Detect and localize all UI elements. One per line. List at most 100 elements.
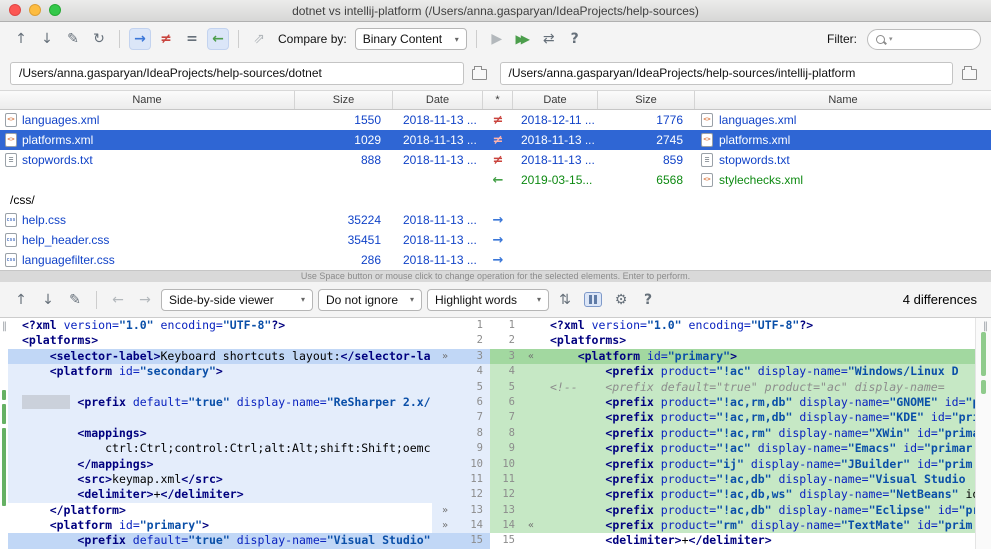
diff-line-left[interactable]: </platform>: [8, 503, 432, 518]
zoom-button[interactable]: [49, 4, 61, 16]
previous-difference-button[interactable]: ↑: [10, 28, 32, 50]
diff-line-right[interactable]: <prefix product="!ac,db" display-name="V…: [540, 472, 975, 487]
diff-line-left[interactable]: <platform id="primary">: [8, 518, 432, 533]
diff-line-left[interactable]: <platforms>: [8, 333, 432, 348]
diff-line-right[interactable]: <prefix product="rm" display-name="TextM…: [540, 518, 975, 533]
expand-chevron-icon[interactable]: «: [522, 518, 540, 533]
line-number: 2: [490, 333, 522, 348]
diff-line-right[interactable]: <prefix product="ij" display-name="JBuil…: [540, 457, 975, 472]
diff-line-right[interactable]: <prefix product="!ac" display-name="Emac…: [540, 441, 975, 456]
diff-line-left[interactable]: ctrl:Ctrl;control:Ctrl;alt:Alt;shift:Shi…: [8, 441, 432, 456]
jump-to-source-button[interactable]: ⇗: [248, 28, 270, 50]
diff-scrollbar[interactable]: [975, 318, 991, 549]
help-button[interactable]: ?: [564, 28, 586, 50]
viewer-select[interactable]: Side-by-side viewer ▾: [161, 289, 313, 311]
not-equal-icon[interactable]: ≠: [493, 133, 504, 148]
expand-chevron-icon[interactable]: »: [432, 518, 458, 533]
diff-line-right[interactable]: <prefix product="!ac,rm" display-name="X…: [540, 426, 975, 441]
edit-button[interactable]: ✎: [62, 28, 84, 50]
table-row[interactable]: ←2019-03-15...6568<>stylechecks.xml: [0, 170, 991, 190]
edit-source-button[interactable]: ✎: [64, 289, 86, 311]
previous-file-button[interactable]: ←: [107, 289, 129, 311]
column-header-size-right[interactable]: Size: [598, 91, 695, 109]
synchronize-button[interactable]: ⇄: [538, 28, 560, 50]
column-header-size-left[interactable]: Size: [295, 91, 393, 109]
not-equal-icon[interactable]: ≠: [493, 113, 504, 128]
arrow-left-icon: ←: [212, 32, 224, 46]
expand-chevron-icon[interactable]: »: [432, 349, 458, 364]
previous-change-button[interactable]: ↑: [10, 289, 32, 311]
apply-all-button[interactable]: ▶▶: [512, 28, 534, 50]
table-row[interactable]: csslanguagefilter.css2862018-11-13 ...→: [0, 250, 991, 270]
diff-line-right[interactable]: <prefix product="!ac,db" display-name="E…: [540, 503, 975, 518]
diff-line-right[interactable]: <?xml version="1.0" encoding="UTF-8"?>: [540, 318, 975, 333]
column-header-date-right[interactable]: Date: [513, 91, 598, 109]
diff-line-right[interactable]: <platform id="primary">: [540, 349, 975, 364]
settings-button[interactable]: ⚙: [610, 289, 632, 311]
left-browse-button[interactable]: [468, 62, 492, 84]
close-button[interactable]: [9, 4, 21, 16]
ignore-policy-select[interactable]: Do not ignore ▾: [318, 289, 422, 311]
arrow-right-icon[interactable]: →: [493, 253, 504, 268]
line-number: 14: [458, 518, 490, 533]
diff-line-right[interactable]: <prefix product="!ac,rm,db" display-name…: [540, 410, 975, 425]
next-difference-button[interactable]: ↓: [36, 28, 58, 50]
not-equal-icon[interactable]: ≠: [493, 153, 504, 168]
right-path-input[interactable]: /Users/anna.gasparyan/IdeaProjects/help-…: [500, 62, 954, 85]
left-path-input[interactable]: /Users/anna.gasparyan/IdeaProjects/help-…: [10, 62, 464, 85]
next-file-button[interactable]: →: [134, 289, 156, 311]
arrow-right-icon[interactable]: →: [493, 213, 504, 228]
column-header-operation[interactable]: *: [483, 91, 513, 109]
apply-selected-button[interactable]: ▶: [486, 28, 508, 50]
filter-input[interactable]: ▾: [867, 29, 981, 50]
diff-line-left[interactable]: <src>keymap.xml</src>: [8, 472, 432, 487]
next-change-button[interactable]: ↓: [37, 289, 59, 311]
column-header-date-left[interactable]: Date: [393, 91, 483, 109]
table-row[interactable]: csshelp.css352242018-11-13 ...→: [0, 210, 991, 230]
diff-line-right[interactable]: <delimiter>+</delimiter>: [540, 533, 975, 548]
diff-line-left[interactable]: </mappings>: [8, 457, 432, 472]
split-view-toggle[interactable]: [581, 289, 605, 311]
column-header-name-right[interactable]: Name: [695, 91, 991, 109]
diff-line-left[interactable]: <prefix default="true" display-name="ReS…: [8, 395, 432, 410]
table-row[interactable]: ≡stopwords.txt8882018-11-13 ...≠2018-11-…: [0, 150, 991, 170]
diff-line-right[interactable]: <prefix product="!ac,rm,db" display-name…: [540, 395, 975, 410]
line-number: 7: [458, 410, 490, 425]
titlebar: dotnet vs intellij-platform (/Users/anna…: [0, 0, 991, 22]
diff-line-left[interactable]: <?xml version="1.0" encoding="UTF-8"?>: [8, 318, 432, 333]
diff-line-left[interactable]: <selector-label>Keyboard shortcuts layou…: [8, 349, 432, 364]
highlight-policy-select[interactable]: Highlight words ▾: [427, 289, 549, 311]
diff-line-left[interactable]: [8, 410, 432, 425]
diff-line-right[interactable]: <prefix product="!ac" display-name="Wind…: [540, 364, 975, 379]
filter-different-button[interactable]: ≠: [155, 28, 177, 50]
filter-equal-button[interactable]: =: [181, 28, 203, 50]
right-browse-button[interactable]: [957, 62, 981, 84]
diff-line-right[interactable]: <prefix product="!ac,db,ws" display-name…: [540, 487, 975, 502]
compare-by-select[interactable]: Binary Content ▾: [355, 28, 467, 50]
diff-line-right[interactable]: <platforms>: [540, 333, 975, 348]
filter-left-only-button[interactable]: →: [129, 28, 151, 50]
minimize-button[interactable]: [29, 4, 41, 16]
table-row[interactable]: <>languages.xml15502018-11-13 ...≠2018-1…: [0, 110, 991, 130]
filter-right-only-button[interactable]: ←: [207, 28, 229, 50]
diff-help-button[interactable]: ?: [637, 289, 659, 311]
diff-line-left[interactable]: <prefix default="true" display-name="Vis…: [8, 533, 432, 548]
arrow-right-icon[interactable]: →: [493, 233, 504, 248]
table-row[interactable]: <>platforms.xml10292018-11-13 ...≠2018-1…: [0, 130, 991, 150]
column-header-name-left[interactable]: Name: [0, 91, 295, 109]
diff-line-left[interactable]: [8, 380, 432, 395]
diff-line-left[interactable]: <delimiter>+</delimiter>: [8, 487, 432, 502]
arrow-left-icon[interactable]: ←: [493, 173, 504, 188]
diff-line-right[interactable]: <!-- <prefix default="true" product="ac"…: [540, 380, 975, 395]
refresh-button[interactable]: ↻: [88, 28, 110, 50]
expand-chevron-icon[interactable]: «: [522, 349, 540, 364]
line-number: 3: [490, 349, 522, 364]
file-icon-cell: css: [0, 233, 22, 247]
diff-line-left[interactable]: <platform id="secondary">: [8, 364, 432, 379]
table-section-row[interactable]: /css/: [0, 190, 991, 210]
collapse-unchanged-button[interactable]: ⇅: [554, 289, 576, 311]
table-row[interactable]: csshelp_header.css354512018-11-13 ...→: [0, 230, 991, 250]
expand-chevron-icon[interactable]: »: [432, 503, 458, 518]
diff-line-left[interactable]: <mappings>: [8, 426, 432, 441]
gear-icon: ⚙: [615, 293, 628, 307]
